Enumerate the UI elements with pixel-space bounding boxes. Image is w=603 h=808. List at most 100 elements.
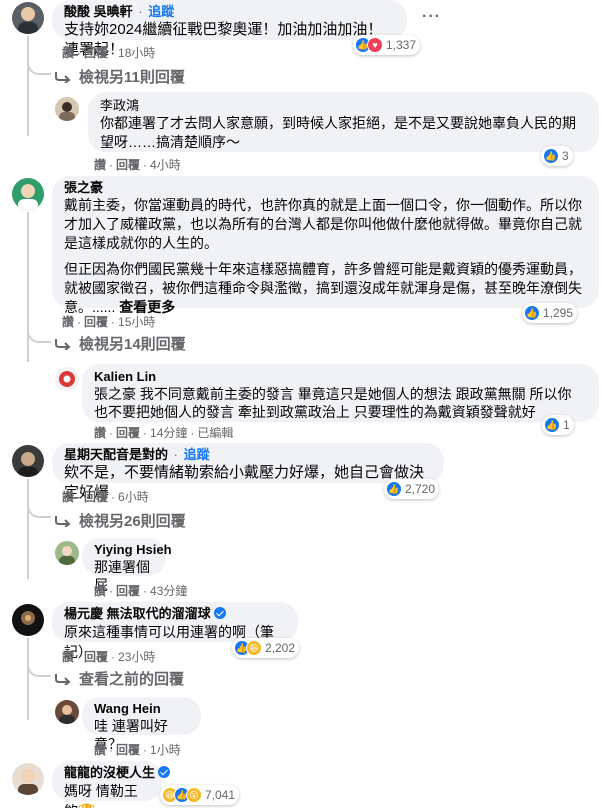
reaction-count[interactable]: 👍 ♥ 1,337 <box>353 35 421 55</box>
avatar[interactable] <box>55 97 79 121</box>
reaction-number: 2,202 <box>265 641 296 655</box>
timestamp[interactable]: 4小時 <box>150 158 181 172</box>
timestamp[interactable]: 43分鐘 <box>150 584 187 598</box>
avatar[interactable] <box>55 367 79 391</box>
reaction-number: 7,041 <box>205 788 236 802</box>
verified-badge-icon <box>158 766 171 778</box>
mention-tag[interactable]: 張之豪 <box>94 386 136 402</box>
separator: · <box>143 158 148 172</box>
separator: · <box>109 158 114 172</box>
comment-text-line: 張之豪 我不同意戴前主委的發言 畢竟這只是她個人的想法 跟政黨無關 所以你 <box>94 386 572 402</box>
comment-bubble: 龍龍的沒梗人生 媽呀 情勒王欸🏆 <box>52 761 171 808</box>
author-name[interactable]: 張之豪 <box>64 180 103 195</box>
reply-button[interactable]: 回覆 <box>116 584 140 598</box>
follow-button[interactable]: 追蹤 <box>184 447 210 462</box>
separator: · <box>109 584 114 598</box>
comment-bubble: 李政鴻 你都連署了才去問人家意願，到時候人家拒絕，是不是又要說她辜負人民的期 望… <box>88 92 599 152</box>
reaction-number: 1,337 <box>386 38 417 52</box>
avatar[interactable] <box>12 2 44 34</box>
more-options-icon[interactable]: ··· <box>422 8 441 26</box>
comment-text: 戴前主委，你當運動員的時代，也許你真的就是上面一個口令，你一個動作。所以你 才加… <box>64 196 587 317</box>
comment-author: 星期天配音是對的 · 追蹤 <box>64 447 432 463</box>
avatar[interactable] <box>55 700 79 724</box>
reply-button[interactable]: 回覆 <box>84 46 108 60</box>
reply-button[interactable]: 回覆 <box>116 743 140 757</box>
reaction-count[interactable]: 😆 👍 😮 7,041 <box>160 785 240 805</box>
reaction-count[interactable]: 👍 3 <box>541 146 573 166</box>
comment-author: 酸酸 吳晪軒 · 追蹤 <box>64 4 395 20</box>
like-button[interactable]: 讚 <box>94 743 106 757</box>
reaction-count[interactable]: 👍 2,720 <box>384 479 440 499</box>
reply-arrow-icon <box>55 673 71 685</box>
author-name[interactable]: 星期天配音是對的 <box>64 447 168 462</box>
reaction-number: 1,295 <box>543 306 574 320</box>
comment-bubble: 酸酸 吳晪軒 · 追蹤 支持妳2024繼續征戰巴黎奧運！加油加油加油！連署起！ <box>52 0 407 58</box>
reply-button[interactable]: 回覆 <box>116 426 140 440</box>
like-button[interactable]: 讚 <box>94 426 106 440</box>
separator: · <box>77 650 82 664</box>
verified-badge-icon <box>213 607 226 619</box>
comment-author: 張之豪 <box>64 180 587 196</box>
comment-text: 媽呀 情勒王欸🏆 <box>64 783 138 808</box>
reaction-count[interactable]: 👍 1,295 <box>522 303 578 323</box>
reaction-count[interactable]: 👍 1 <box>542 415 574 435</box>
avatar[interactable] <box>55 541 79 565</box>
like-button[interactable]: 讚 <box>62 46 74 60</box>
view-more-replies-link[interactable]: 檢視另14則回覆 <box>55 333 186 354</box>
timestamp[interactable]: 6小時 <box>118 490 149 504</box>
comment-actions: 讚 · 回覆 · 1小時 <box>94 741 181 758</box>
comment-bubble: 星期天配音是對的 · 追蹤 欸不是，不要情緒勒索給小戴壓力好爆，她自己會做決定好… <box>52 443 444 501</box>
comment-text-line: 才加入了威權政黨，也以為所有的台灣人都是你叫他做什麼他就得做。畢竟你自己就 <box>64 216 582 232</box>
like-button[interactable]: 讚 <box>62 315 74 329</box>
view-more-replies-link[interactable]: 檢視另26則回覆 <box>55 510 186 531</box>
separator: · <box>109 743 114 757</box>
avatar[interactable] <box>12 445 44 477</box>
timestamp[interactable]: 15小時 <box>118 315 155 329</box>
like-reaction-icon: 👍 <box>544 417 560 433</box>
comment-bubble: Kalien Lin 張之豪 我不同意戴前主委的發言 畢竟這只是她個人的想法 跟… <box>82 364 599 422</box>
comment-text-line: 你都連署了才去問人家意願，到時候人家拒絕，是不是又要說她辜負人民的期 <box>100 115 576 131</box>
like-button[interactable]: 讚 <box>94 584 106 598</box>
reply-button[interactable]: 回覆 <box>84 650 108 664</box>
author-name[interactable]: Kalien Lin <box>94 369 156 384</box>
like-button[interactable]: 讚 <box>62 490 74 504</box>
author-name[interactable]: Yiying Hsieh <box>94 542 172 557</box>
comment-text-line: 但正因為你們國民黨幾十年來這樣惡搞體育，許多曾經可能是戴資穎的優秀運動員， <box>64 261 582 277</box>
avatar[interactable] <box>12 763 44 795</box>
separator: · <box>190 426 195 440</box>
view-previous-replies-link[interactable]: 查看之前的回覆 <box>55 668 184 689</box>
timestamp[interactable]: 1小時 <box>150 743 181 757</box>
reaction-count[interactable]: 👍 😆 2,202 <box>232 638 300 658</box>
comment-actions: 讚 · 回覆 · 43分鐘 <box>94 582 187 599</box>
comment-author: Yiying Hsieh <box>94 542 172 558</box>
reply-button[interactable]: 回覆 <box>84 490 108 504</box>
separator: · <box>109 426 114 440</box>
timestamp[interactable]: 14分鐘 <box>150 426 187 440</box>
comment-bubble: Yiying Hsieh 那連署個屁 <box>82 538 172 593</box>
comment-author: Kalien Lin <box>94 369 587 385</box>
view-more-replies-link[interactable]: 檢視另11則回覆 <box>55 66 185 87</box>
author-name[interactable]: 酸酸 吳晪軒 <box>64 4 133 19</box>
separator: · <box>77 46 82 60</box>
reply-button[interactable]: 回覆 <box>84 315 108 329</box>
thread-connector <box>27 330 51 343</box>
timestamp[interactable]: 23小時 <box>118 650 155 664</box>
reaction-number: 1 <box>563 418 570 432</box>
comment-actions: 讚 · 回覆 · 4小時 <box>94 156 181 173</box>
reply-button[interactable]: 回覆 <box>116 158 140 172</box>
timestamp[interactable]: 18小時 <box>118 46 155 60</box>
separator: · <box>138 4 143 19</box>
comment-text: 你都連署了才去問人家意願，到時候人家拒絕，是不是又要說她辜負人民的期 望呀……搞… <box>100 114 587 152</box>
follow-button[interactable]: 追蹤 <box>148 4 174 19</box>
like-button[interactable]: 讚 <box>62 650 74 664</box>
author-name[interactable]: 楊元慶 無法取代的溜溜球 <box>64 606 211 621</box>
author-name[interactable]: 李政鴻 <box>100 98 139 113</box>
avatar[interactable] <box>12 178 44 210</box>
comment-actions: 讚 · 回覆 · 15小時 <box>62 313 155 330</box>
haha-reaction-icon: 😆 <box>246 640 262 656</box>
comment-author: 李政鴻 <box>100 98 587 114</box>
author-name[interactable]: 龍龍的沒梗人生 <box>64 765 155 780</box>
avatar[interactable] <box>12 604 44 636</box>
author-name[interactable]: Wang Hein <box>94 701 161 716</box>
like-button[interactable]: 讚 <box>94 158 106 172</box>
